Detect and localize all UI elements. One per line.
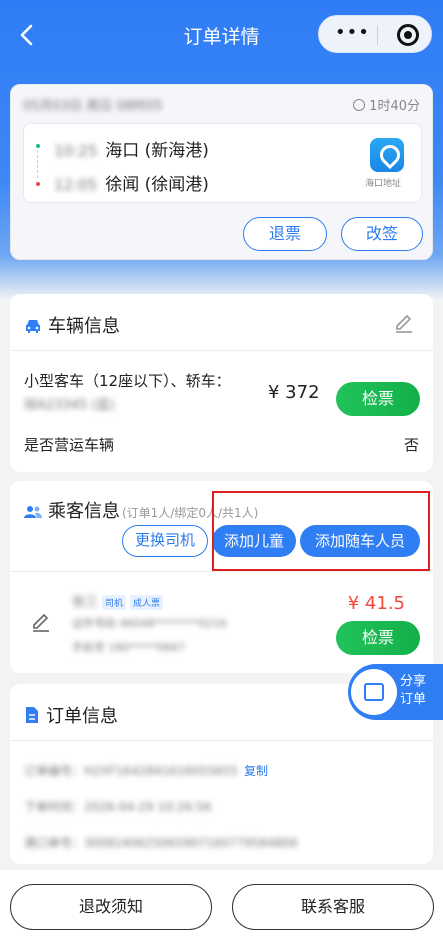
- passenger-check-button[interactable]: 检票: [336, 621, 420, 655]
- share-order-button[interactable]: 分享 订单: [348, 664, 443, 720]
- change-ticket-button[interactable]: 改签: [341, 217, 423, 251]
- departure-port: 海口 (新海港): [105, 141, 209, 161]
- ticket-type-tag: 成人票: [130, 595, 164, 610]
- car-icon: [26, 320, 40, 333]
- arrival-time: 12:05: [54, 176, 98, 194]
- share-icon: [351, 669, 397, 715]
- highlight-box: [212, 491, 430, 571]
- departure-row: 10:25 海口 (新海港): [54, 136, 209, 161]
- swap-driver-button[interactable]: 更换司机: [122, 525, 208, 557]
- vehicle-title: 车辆信息: [48, 316, 120, 337]
- driver-tag: 司机: [102, 595, 127, 610]
- passenger-name-row: 张三 司机 成人票: [72, 591, 164, 610]
- passenger-price: ¥ 41.5: [347, 593, 405, 614]
- arrival-dot: [36, 182, 40, 186]
- vehicle-divider: [10, 350, 433, 351]
- passenger-title: 乘客信息: [48, 501, 120, 522]
- mini-program-capsule: •••: [318, 15, 432, 53]
- route-line: [37, 150, 39, 178]
- route-detail: 10:25 海口 (新海港) 12:05 徐闻 (徐闻港) 海口地址: [23, 123, 422, 203]
- vehicle-section-title: 车辆信息: [24, 312, 120, 338]
- order-number: 订单编号：H2XF1642841616055655: [24, 764, 238, 778]
- departure-dot: [36, 144, 40, 148]
- departure-time: 10:25: [54, 142, 98, 160]
- refund-button[interactable]: 退票: [243, 217, 327, 251]
- people-icon: [24, 506, 42, 518]
- copy-order-link[interactable]: 复制: [244, 764, 268, 778]
- vehicle-type: 小型客车（12座以下）、轿车：: [24, 372, 231, 390]
- edit-vehicle-icon[interactable]: [393, 312, 415, 334]
- order-section-title: 订单信息: [24, 702, 118, 728]
- arrival-port: 徐闻 (徐闻港): [105, 175, 209, 195]
- order-time: 下单时间：2026-04-29 10:26:56: [24, 800, 212, 814]
- more-menu-icon[interactable]: •••: [335, 22, 370, 43]
- port-address-button[interactable]: 海口地址: [365, 138, 407, 189]
- close-target-icon[interactable]: [397, 24, 419, 46]
- order-number-row: 订单编号：H2XF1642841616055655 复制: [24, 762, 268, 779]
- share-label: 分享 订单: [400, 674, 427, 707]
- trip-duration: 1时40分: [353, 95, 420, 114]
- order-title: 订单信息: [46, 706, 118, 727]
- vehicle-card: 车辆信息 小型客车（12座以下）、轿车： 琼A23345 (蓝) ¥ 372 检…: [10, 294, 433, 472]
- arrival-row: 12:05 徐闻 (徐闻港): [54, 170, 209, 195]
- trip-date: 05月03日 周日 08时05: [23, 99, 163, 114]
- passenger-divider: [10, 571, 433, 572]
- bottom-bar: 退改须知 联系客服: [0, 870, 443, 937]
- port-order-number: 港口单号：3008240625065907160779584806: [24, 836, 298, 850]
- order-divider: [10, 740, 433, 741]
- contact-service-button[interactable]: 联系客服: [232, 884, 434, 930]
- passenger-phone: 手机号 180*****0667: [72, 641, 185, 654]
- document-icon: [26, 707, 38, 723]
- clock-icon: [353, 99, 366, 111]
- vehicle-plate: 琼A23345 (蓝): [24, 398, 115, 413]
- refund-change-notice-button[interactable]: 退改须知: [10, 884, 212, 930]
- port-address-label: 海口地址: [364, 179, 401, 189]
- vehicle-check-button[interactable]: 检票: [336, 382, 420, 416]
- capsule-divider: [377, 25, 378, 45]
- operating-vehicle-value: 否: [403, 436, 419, 454]
- operating-vehicle-label: 是否营运车辆: [24, 436, 115, 454]
- passenger-name: 张三: [72, 595, 99, 610]
- passenger-id: 证件号码 46048********0216: [72, 617, 227, 630]
- vehicle-price: ¥ 372: [268, 382, 320, 403]
- location-pin-icon: [370, 138, 404, 172]
- route-card: 05月03日 周日 08时05 1时40分 10:25 海口 (新海港) 12:0…: [10, 84, 433, 260]
- duration-text: 1时40分: [369, 99, 420, 114]
- edit-passenger-icon[interactable]: [30, 611, 52, 633]
